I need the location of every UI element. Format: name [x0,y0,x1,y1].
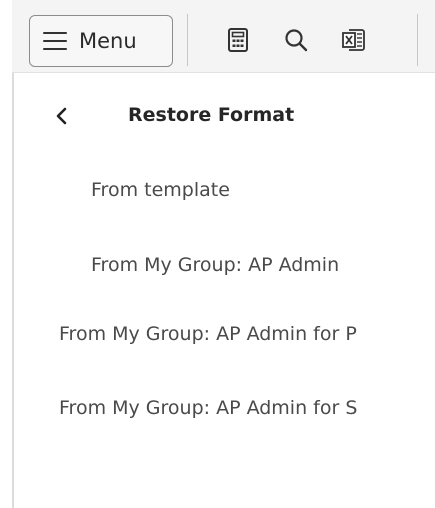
restore-format-window: Menu Restore Format From template From M… [0,0,435,508]
toolbar-divider [187,14,188,66]
menu-item-from-template[interactable]: From template [91,179,411,201]
menu-item-ap-admin-for-s[interactable]: From My Group: AP Admin for S [59,397,413,419]
toolbar: Menu [12,0,435,73]
excel-export-icon[interactable] [340,26,368,54]
search-icon[interactable] [282,26,310,54]
toolbar-divider [417,14,418,66]
hamburger-icon [43,32,67,50]
panel-title: Restore Format [128,104,295,126]
panel-left-border [12,73,14,508]
menu-item-ap-admin-for-p[interactable]: From My Group: AP Admin for P [59,323,413,345]
menu-item-ap-admin[interactable]: From My Group: AP Admin [91,254,411,276]
menu-button[interactable]: Menu [29,15,173,67]
calculator-icon[interactable] [224,26,252,54]
chevron-left-icon[interactable] [49,102,73,130]
menu-button-label: Menu [79,29,137,53]
